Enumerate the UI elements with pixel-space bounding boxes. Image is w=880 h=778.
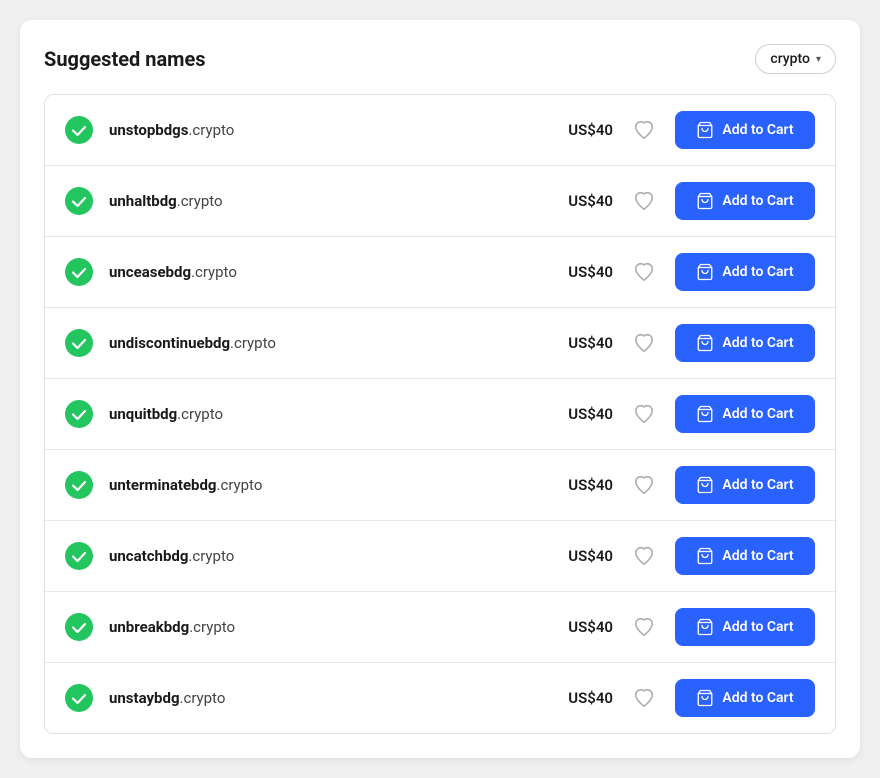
check-icon xyxy=(65,542,93,570)
check-icon xyxy=(65,684,93,712)
domain-name: unbreakbdg.crypto xyxy=(109,618,542,636)
domain-name: unquitbdg.crypto xyxy=(109,405,542,423)
add-to-cart-label: Add to Cart xyxy=(722,690,793,706)
check-icon xyxy=(65,258,93,286)
domain-price: US$40 xyxy=(558,547,613,565)
add-to-cart-button[interactable]: Add to Cart xyxy=(675,253,815,291)
domain-row: unbreakbdg.crypto US$40 Add to Cart xyxy=(45,592,835,663)
filter-dropdown[interactable]: crypto ▾ xyxy=(755,44,836,74)
heart-icon xyxy=(633,474,655,496)
domain-price: US$40 xyxy=(558,121,613,139)
check-icon xyxy=(65,613,93,641)
domain-price: US$40 xyxy=(558,689,613,707)
check-icon xyxy=(65,400,93,428)
domain-name: unterminatebdg.crypto xyxy=(109,476,542,494)
domain-name: unstaybdg.crypto xyxy=(109,689,542,707)
wishlist-button[interactable] xyxy=(629,683,659,713)
domain-row: undiscontinuebdg.crypto US$40 Add to Car… xyxy=(45,308,835,379)
header: Suggested names crypto ▾ xyxy=(44,44,836,74)
cart-icon xyxy=(696,547,714,565)
check-icon xyxy=(65,471,93,499)
domain-row: unquitbdg.crypto US$40 Add to Cart xyxy=(45,379,835,450)
wishlist-button[interactable] xyxy=(629,328,659,358)
domain-price: US$40 xyxy=(558,334,613,352)
domain-row: unstaybdg.crypto US$40 Add to Cart xyxy=(45,663,835,733)
add-to-cart-button[interactable]: Add to Cart xyxy=(675,537,815,575)
domain-price: US$40 xyxy=(558,192,613,210)
heart-icon xyxy=(633,119,655,141)
add-to-cart-label: Add to Cart xyxy=(722,406,793,422)
add-to-cart-button[interactable]: Add to Cart xyxy=(675,111,815,149)
add-to-cart-label: Add to Cart xyxy=(722,477,793,493)
add-to-cart-label: Add to Cart xyxy=(722,548,793,564)
cart-icon xyxy=(696,121,714,139)
cart-icon xyxy=(696,689,714,707)
add-to-cart-button[interactable]: Add to Cart xyxy=(675,182,815,220)
domain-row: unstopbdgs.crypto US$40 Add to Cart xyxy=(45,95,835,166)
domain-name: unstopbdgs.crypto xyxy=(109,121,542,139)
heart-icon xyxy=(633,190,655,212)
wishlist-button[interactable] xyxy=(629,541,659,571)
add-to-cart-button[interactable]: Add to Cart xyxy=(675,679,815,717)
heart-icon xyxy=(633,616,655,638)
heart-icon xyxy=(633,403,655,425)
filter-label: crypto xyxy=(770,51,810,67)
add-to-cart-label: Add to Cart xyxy=(722,122,793,138)
add-to-cart-label: Add to Cart xyxy=(722,619,793,635)
wishlist-button[interactable] xyxy=(629,115,659,145)
heart-icon xyxy=(633,545,655,567)
check-icon xyxy=(65,116,93,144)
heart-icon xyxy=(633,332,655,354)
domain-row: uncatchbdg.crypto US$40 Add to Cart xyxy=(45,521,835,592)
cart-icon xyxy=(696,263,714,281)
wishlist-button[interactable] xyxy=(629,612,659,642)
domain-row: unterminatebdg.crypto US$40 Add to Cart xyxy=(45,450,835,521)
heart-icon xyxy=(633,261,655,283)
check-icon xyxy=(65,187,93,215)
cart-icon xyxy=(696,192,714,210)
check-icon xyxy=(65,329,93,357)
cart-icon xyxy=(696,476,714,494)
wishlist-button[interactable] xyxy=(629,186,659,216)
domain-price: US$40 xyxy=(558,263,613,281)
cart-icon xyxy=(696,405,714,423)
chevron-down-icon: ▾ xyxy=(816,54,821,65)
cart-icon xyxy=(696,618,714,636)
domain-name: uncatchbdg.crypto xyxy=(109,547,542,565)
wishlist-button[interactable] xyxy=(629,257,659,287)
add-to-cart-button[interactable]: Add to Cart xyxy=(675,608,815,646)
main-container: Suggested names crypto ▾ unstopbdgs.cryp… xyxy=(20,20,860,758)
domain-name: undiscontinuebdg.crypto xyxy=(109,334,542,352)
domain-list: unstopbdgs.crypto US$40 Add to Cart unha… xyxy=(44,94,836,734)
add-to-cart-button[interactable]: Add to Cart xyxy=(675,466,815,504)
add-to-cart-button[interactable]: Add to Cart xyxy=(675,395,815,433)
domain-price: US$40 xyxy=(558,405,613,423)
wishlist-button[interactable] xyxy=(629,470,659,500)
domain-name: unhaltbdg.crypto xyxy=(109,192,542,210)
heart-icon xyxy=(633,687,655,709)
wishlist-button[interactable] xyxy=(629,399,659,429)
page-title: Suggested names xyxy=(44,47,206,71)
add-to-cart-label: Add to Cart xyxy=(722,193,793,209)
add-to-cart-button[interactable]: Add to Cart xyxy=(675,324,815,362)
add-to-cart-label: Add to Cart xyxy=(722,335,793,351)
domain-row: unceasebdg.crypto US$40 Add to Cart xyxy=(45,237,835,308)
domain-price: US$40 xyxy=(558,476,613,494)
domain-row: unhaltbdg.crypto US$40 Add to Cart xyxy=(45,166,835,237)
add-to-cart-label: Add to Cart xyxy=(722,264,793,280)
cart-icon xyxy=(696,334,714,352)
domain-name: unceasebdg.crypto xyxy=(109,263,542,281)
domain-price: US$40 xyxy=(558,618,613,636)
